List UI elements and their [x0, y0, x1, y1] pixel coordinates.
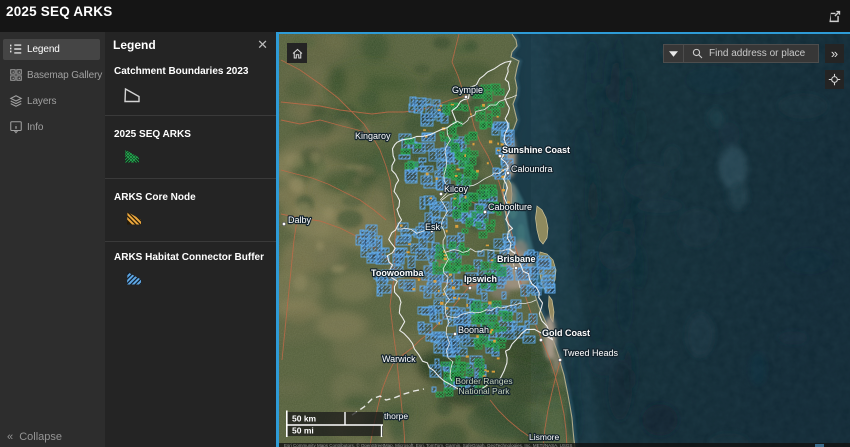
svg-text:Caloundra: Caloundra — [511, 164, 553, 174]
svg-text:Esri Community Maps Contributo: Esri Community Maps Contributors, © Open… — [284, 442, 572, 447]
svg-text:Esk: Esk — [425, 222, 441, 232]
svg-text:Kingaroy: Kingaroy — [355, 131, 391, 141]
svg-text:thorpe: thorpe — [384, 411, 408, 421]
svg-text:Toowoomba: Toowoomba — [371, 268, 424, 278]
svg-text:Ipswich: Ipswich — [464, 274, 497, 284]
svg-text:Boonah: Boonah — [458, 325, 489, 335]
svg-text:Lismore: Lismore — [529, 432, 560, 442]
svg-text:Brisbane: Brisbane — [497, 254, 536, 264]
svg-text:Tweed Heads: Tweed Heads — [563, 348, 619, 358]
svg-text:Caboolture: Caboolture — [488, 202, 532, 212]
svg-text:Border Ranges: Border Ranges — [455, 376, 512, 386]
svg-text:Gympie: Gympie — [452, 85, 483, 95]
svg-text:50 km: 50 km — [292, 414, 317, 424]
svg-text:50 mi: 50 mi — [292, 426, 314, 436]
svg-text:Dalby: Dalby — [288, 215, 312, 225]
svg-text:Gold Coast: Gold Coast — [542, 328, 590, 338]
svg-text:Kilcoy: Kilcoy — [444, 184, 469, 194]
svg-text:National Park: National Park — [458, 386, 510, 396]
svg-text:Sunshine Coast: Sunshine Coast — [502, 145, 570, 155]
svg-text:Warwick: Warwick — [382, 354, 416, 364]
